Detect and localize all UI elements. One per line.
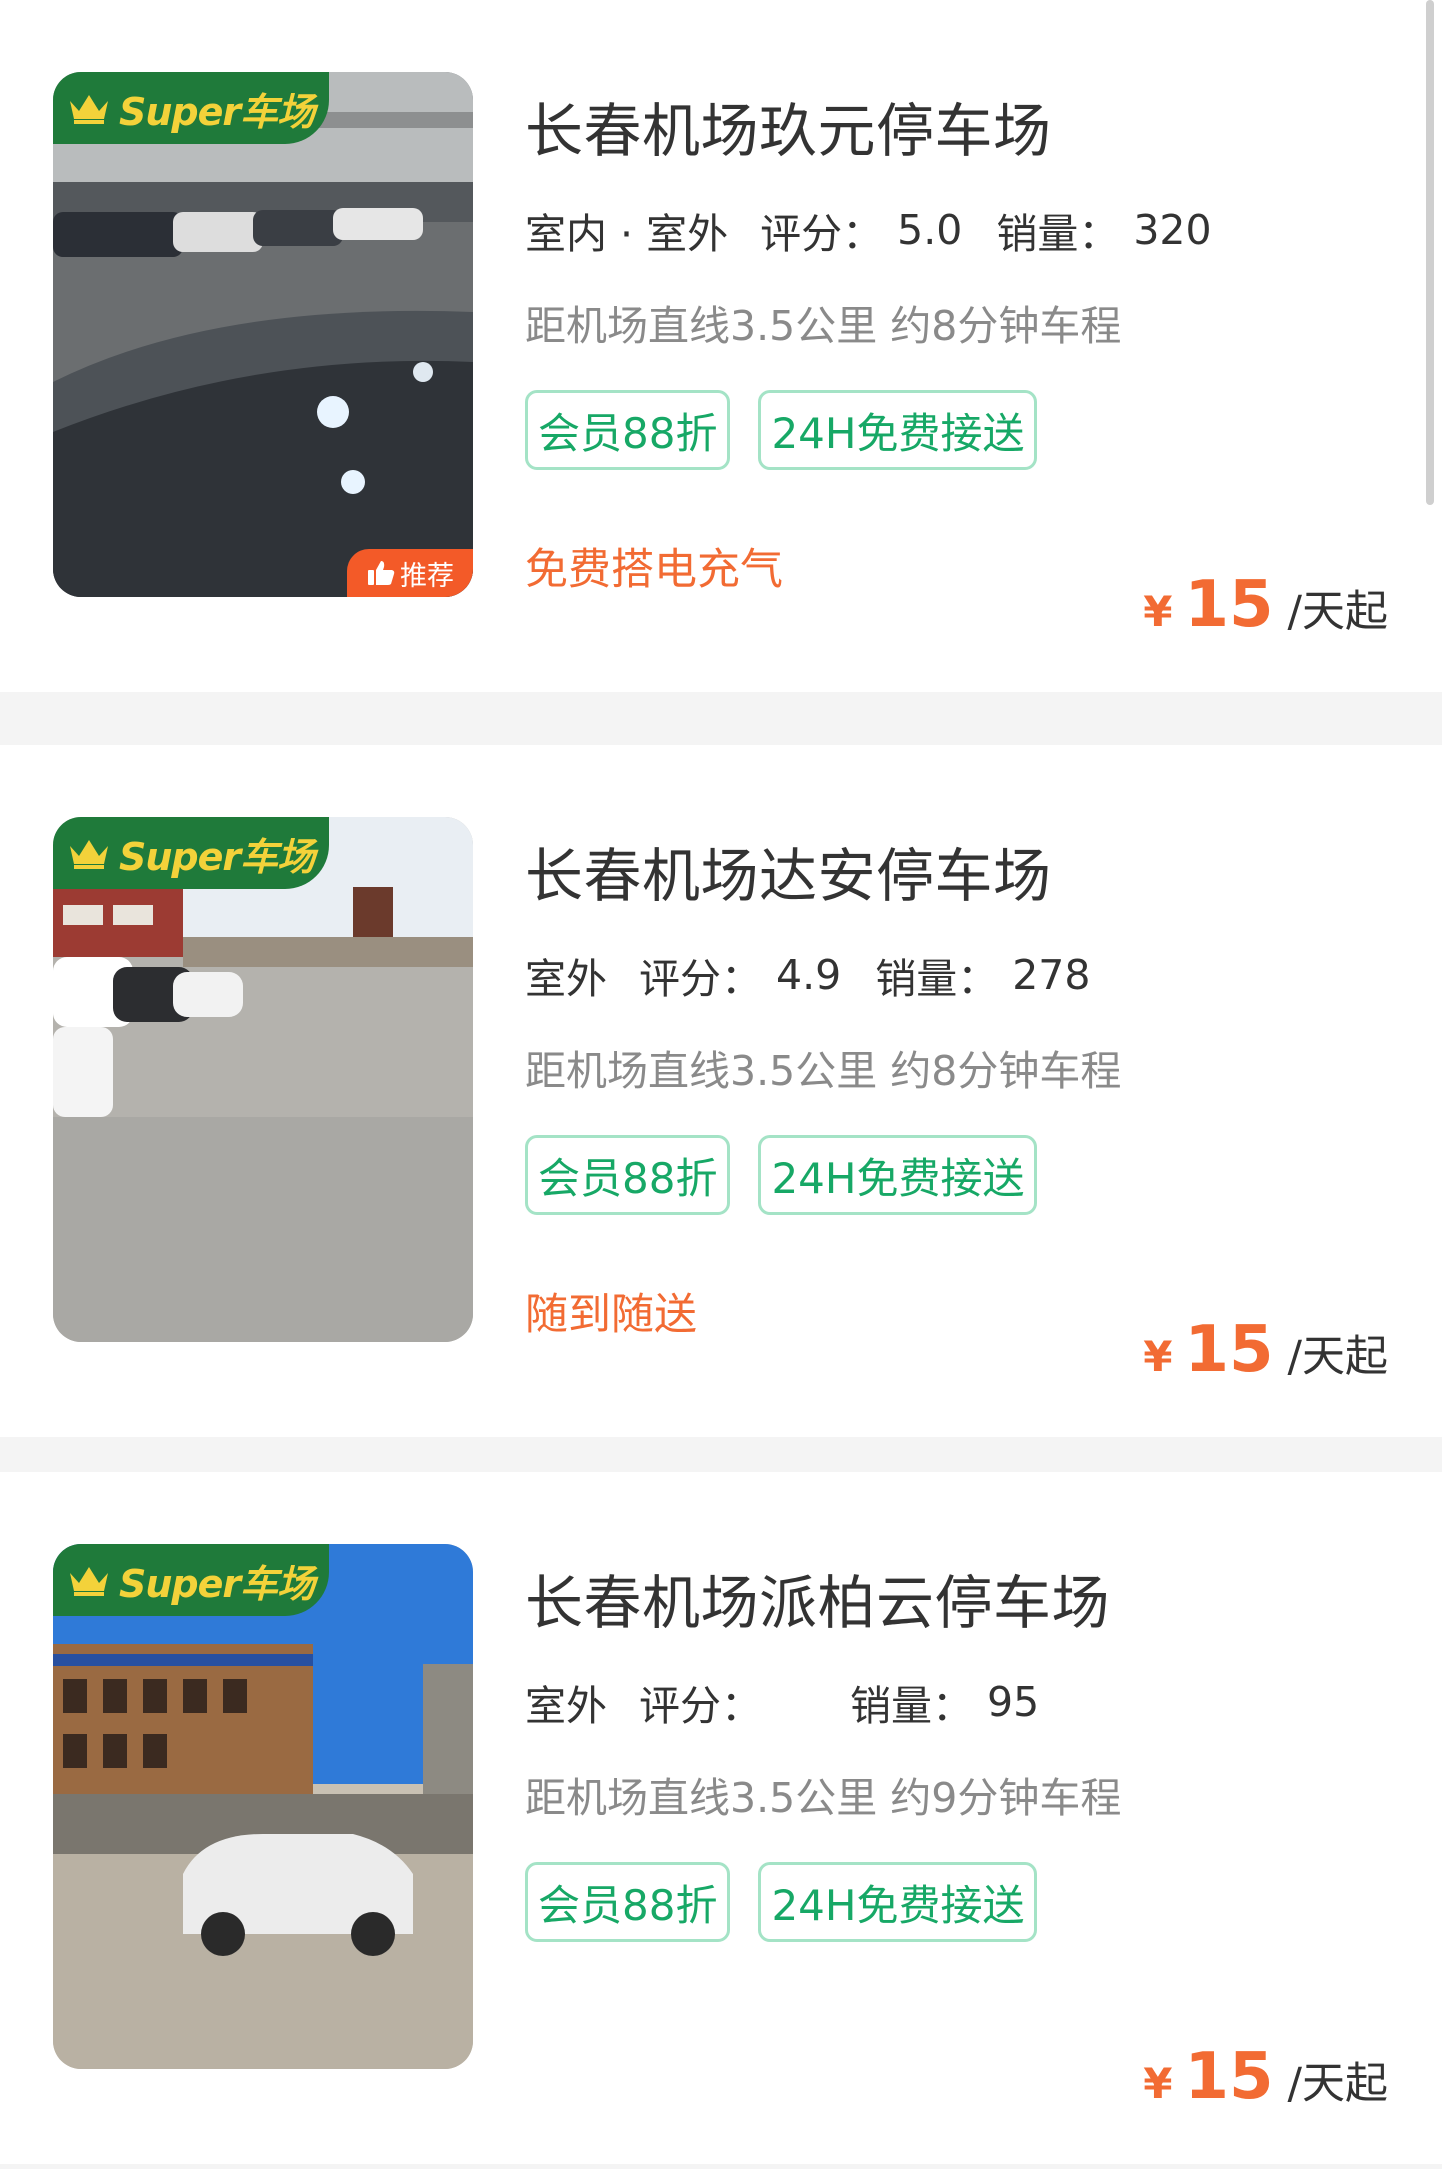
price: ¥ 15 /天起 (1143, 1313, 1388, 1387)
price: ¥ 15 /天起 (1143, 568, 1388, 642)
sales-value: 320 (1133, 206, 1212, 254)
sales-label: 销量： (996, 210, 1120, 258)
crown-icon (70, 840, 108, 869)
lot-title: 长春机场达安停车场 (525, 842, 1052, 910)
crown-icon (70, 95, 108, 124)
price: ¥ 15 /天起 (1143, 2040, 1388, 2114)
thumbs-up-icon (368, 561, 395, 585)
rating-value: 5.0 (897, 206, 963, 254)
lot-photo[interactable]: Super车场 推荐 (53, 72, 473, 597)
tag-list: 会员88折 24H免费接送 (525, 1862, 1065, 1942)
super-lot-label: Super车场 (119, 89, 315, 134)
lot-meta: 室外 评分： 销量： 95 (525, 1672, 1040, 1738)
location-type: 室外 (525, 1672, 607, 1738)
lot-title: 长春机场派柏云停车场 (525, 1569, 1111, 1637)
sales-value: 278 (1012, 951, 1091, 999)
location-type: 室内 · 室外 (525, 200, 729, 266)
recommend-badge: 推荐 (347, 549, 473, 597)
tag-free-shuttle: 24H免费接送 (758, 390, 1038, 470)
parking-lot-card[interactable]: Super车场 长春机场达安停车场 室外 评分： 4.9 销量： 278 距机场… (0, 745, 1442, 1437)
tag-member-discount: 会员88折 (525, 1135, 731, 1215)
tag-member-discount: 会员88折 (525, 390, 731, 470)
sales-label: 销量： (875, 955, 999, 1003)
lot-title: 长春机场玖元停车场 (525, 97, 1052, 165)
lot-photo-outdoor (53, 817, 473, 1342)
distance-info: 距机场直线3.5公里 约8分钟车程 (525, 302, 1122, 350)
price-currency: ¥ (1143, 587, 1173, 636)
tag-free-shuttle: 24H免费接送 (758, 1135, 1038, 1215)
price-unit: /天起 (1287, 587, 1389, 637)
distance-info: 距机场直线3.5公里 约8分钟车程 (525, 1047, 1122, 1095)
tag-free-shuttle: 24H免费接送 (758, 1862, 1038, 1942)
super-lot-badge: Super车场 (53, 1544, 329, 1616)
price-currency: ¥ (1143, 1332, 1173, 1381)
price-value: 15 (1184, 568, 1274, 642)
tag-list: 会员88折 24H免费接送 (525, 1135, 1065, 1215)
location-type: 室外 (525, 945, 607, 1011)
price-value: 15 (1184, 1313, 1274, 1387)
super-lot-label: Super车场 (119, 834, 315, 879)
tag-list: 会员88折 24H免费接送 (525, 390, 1065, 470)
distance-info: 距机场直线3.5公里 约9分钟车程 (525, 1774, 1122, 1822)
super-lot-badge: Super车场 (53, 817, 329, 889)
rating-label: 评分： (639, 1682, 762, 1730)
lot-photo-building (53, 1544, 473, 2069)
super-lot-badge: Super车场 (53, 72, 329, 144)
crown-icon (70, 1567, 108, 1596)
sales-label: 销量： (850, 1682, 973, 1730)
price-value: 15 (1184, 2040, 1274, 2114)
sales-value: 95 (987, 1678, 1040, 1726)
recommend-label: 推荐 (400, 560, 454, 592)
tag-member-discount: 会员88折 (525, 1862, 731, 1942)
super-lot-label: Super车场 (119, 1561, 315, 1606)
price-unit: /天起 (1287, 1332, 1389, 1382)
price-currency: ¥ (1143, 2059, 1173, 2108)
rating-label: 评分： (760, 210, 884, 258)
lot-meta: 室外 评分： 4.9 销量： 278 (525, 945, 1091, 1011)
lot-meta: 室内 · 室外 评分： 5.0 销量： 320 (525, 200, 1212, 266)
lot-photo[interactable]: Super车场 (53, 1544, 473, 2069)
scrollbar[interactable] (1426, 0, 1434, 505)
parking-lot-card[interactable]: Super车场 长春机场派柏云停车场 室外 评分： 销量： 95 距机场直线3.… (0, 1472, 1442, 2164)
rating-label: 评分： (639, 955, 762, 1003)
lot-photo[interactable]: Super车场 (53, 817, 473, 1342)
service-highlight: 免费搭电充气 (525, 545, 783, 595)
service-highlight: 随到随送 (525, 1290, 697, 1340)
lot-photo-indoor (53, 72, 473, 597)
parking-lot-card[interactable]: Super车场 推荐 长春机场玖元停车场 室内 · 室外 评分： 5.0 销量：… (0, 0, 1442, 692)
rating-value: 4.9 (776, 951, 842, 999)
price-unit: /天起 (1287, 2059, 1389, 2109)
